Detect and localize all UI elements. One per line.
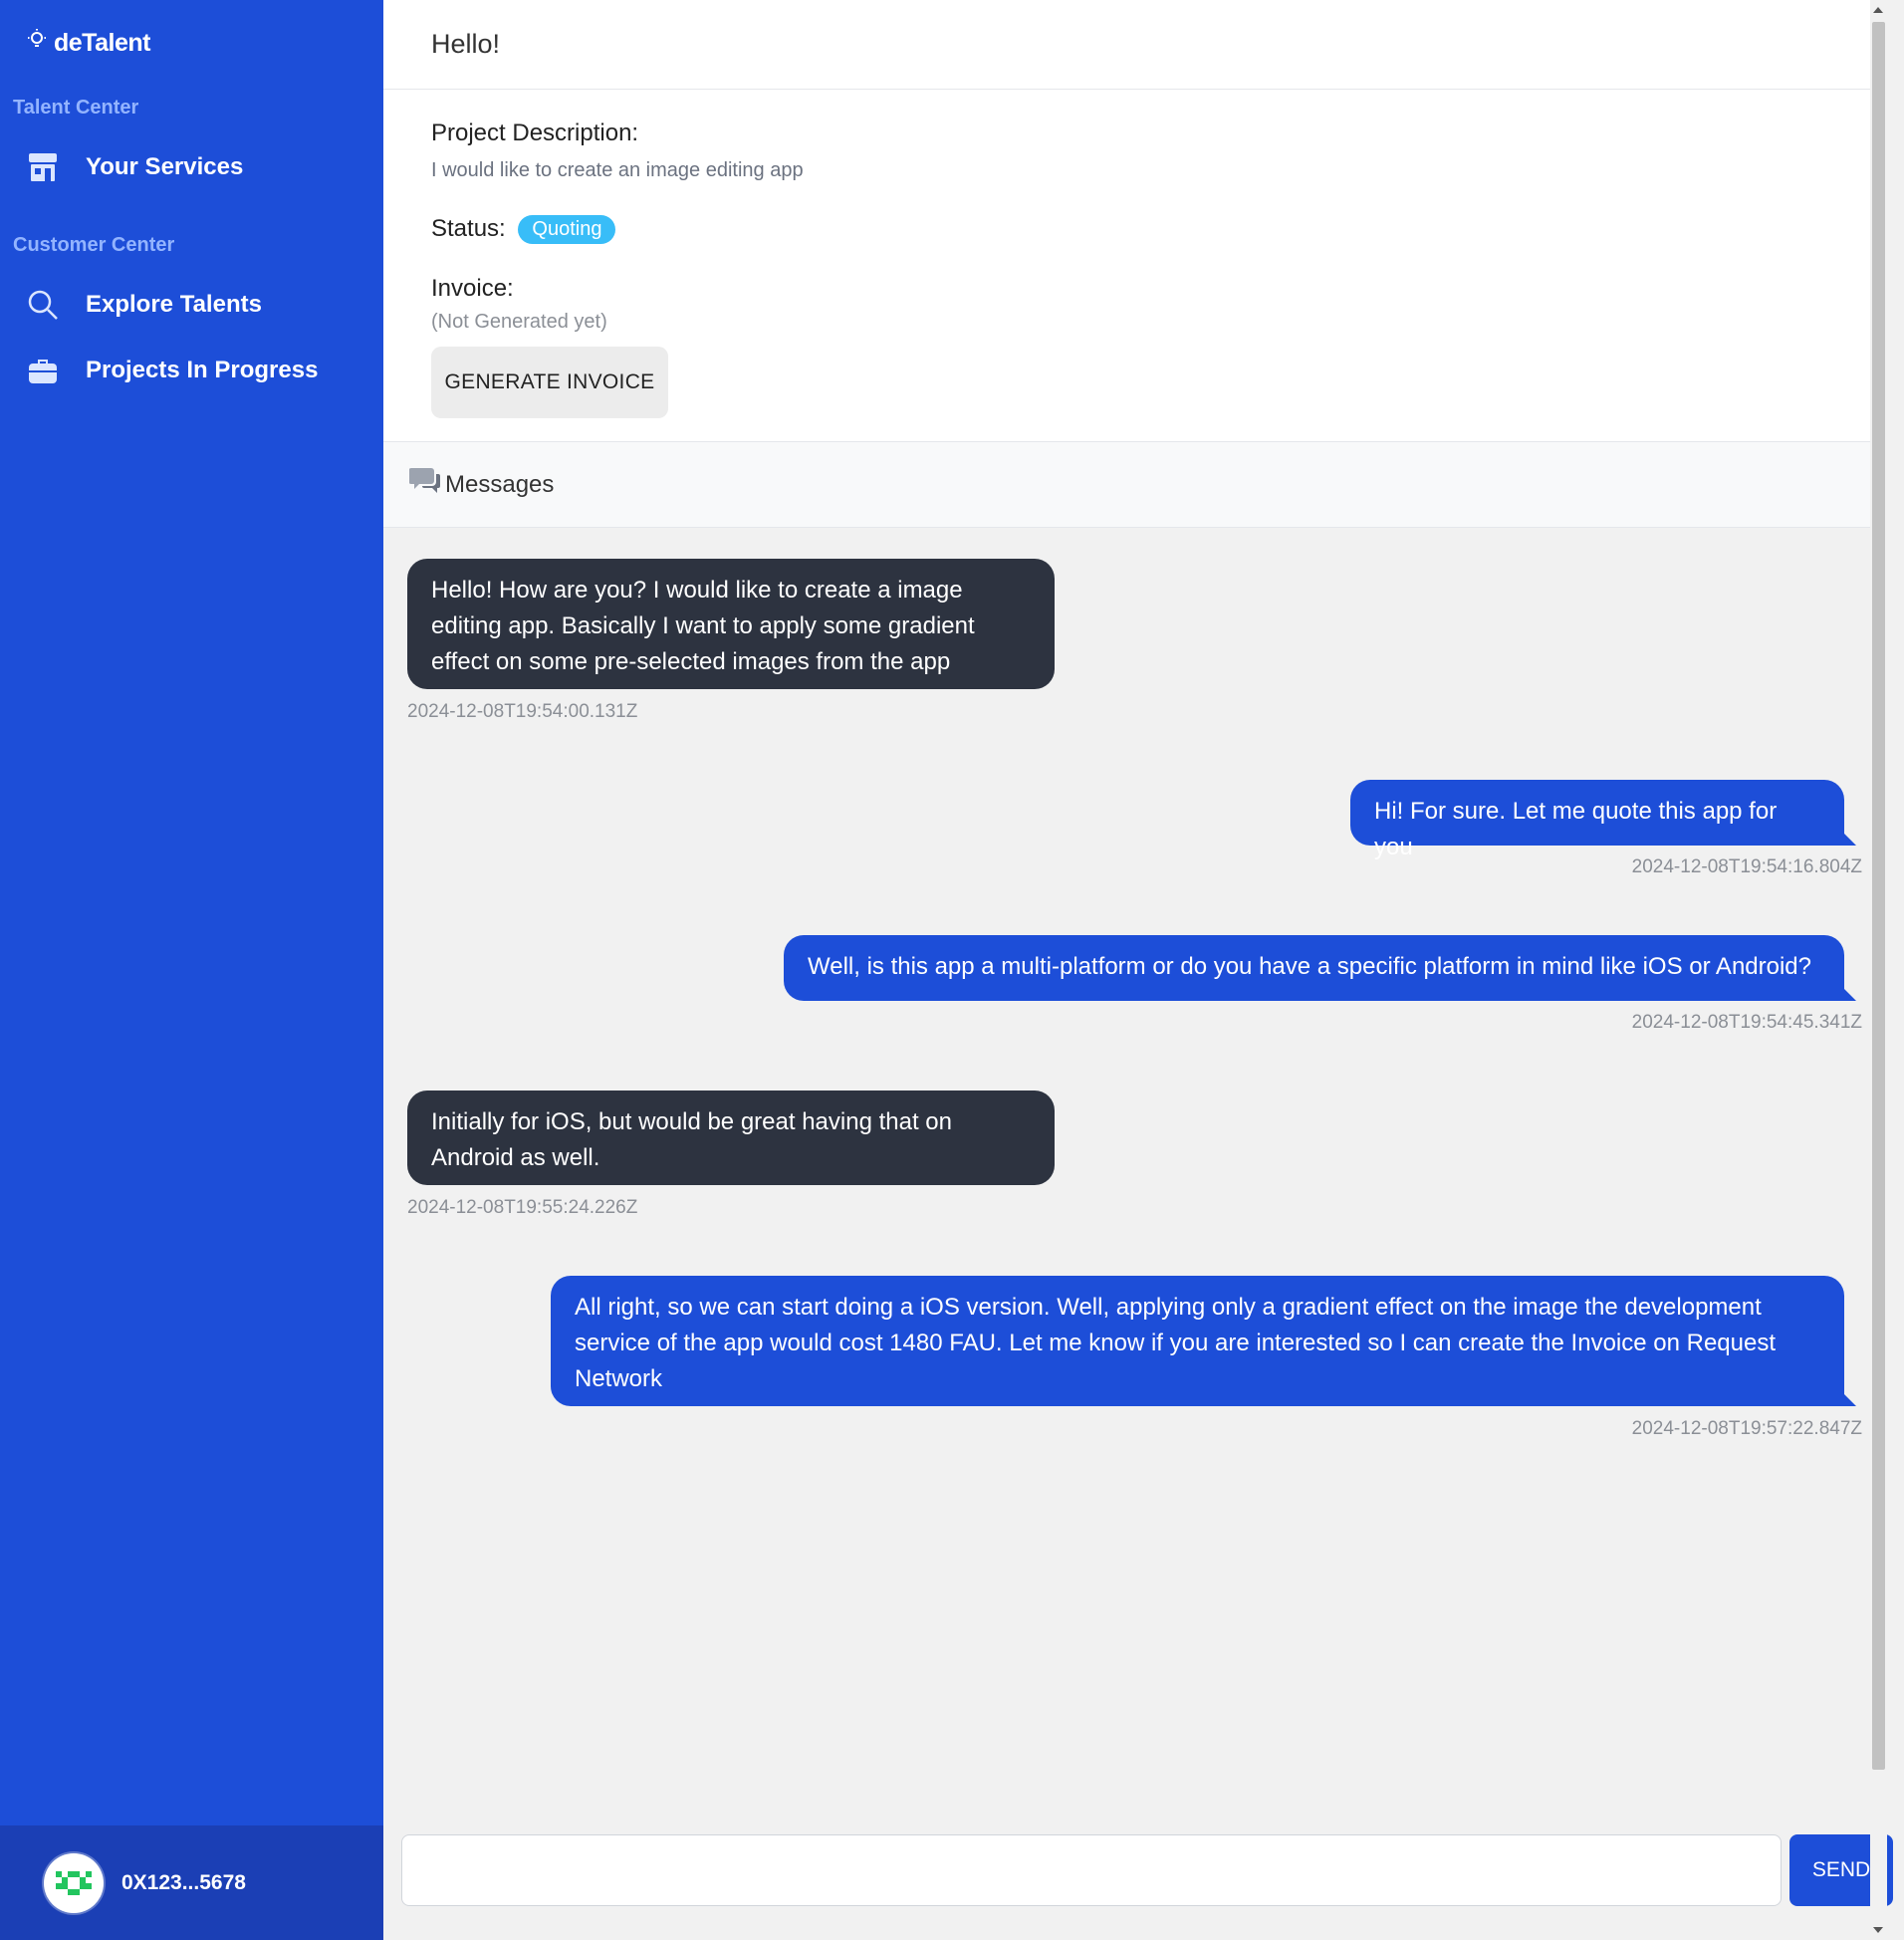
sidebar-item-your-services[interactable]: Your Services bbox=[26, 143, 373, 191]
message-bubble-outgoing: Hi! For sure. Let me quote this app for … bbox=[1350, 780, 1844, 860]
invoice-value: (Not Generated yet) bbox=[431, 311, 607, 333]
message-bubble-incoming: Initially for iOS, but would be great ha… bbox=[407, 1091, 1055, 1185]
section-label-talent-center: Talent Center bbox=[13, 97, 139, 119]
page-title: Hello! bbox=[383, 0, 1887, 90]
section-label-customer-center: Customer Center bbox=[13, 234, 175, 256]
invoice-label: Invoice: bbox=[431, 275, 514, 302]
chat-bubbles-icon bbox=[408, 466, 441, 503]
store-icon bbox=[26, 150, 60, 184]
message-timestamp: 2024-12-08T19:54:00.131Z bbox=[407, 701, 638, 722]
status-label: Status: bbox=[431, 215, 506, 242]
generate-invoice-button[interactable]: GENERATE INVOICE bbox=[431, 347, 668, 418]
message-bubble-incoming: Hello! How are you? I would like to crea… bbox=[407, 559, 1055, 689]
wallet-address: 0X123...5678 bbox=[121, 1870, 246, 1894]
avatar bbox=[44, 1852, 104, 1913]
app-name: deTalent bbox=[54, 28, 150, 57]
scrollbar-thumb[interactable] bbox=[1872, 22, 1885, 1770]
scroll-down-icon[interactable] bbox=[1873, 1927, 1883, 1933]
messages-header: Messages bbox=[383, 442, 1887, 528]
sidebar-item-explore-talents[interactable]: Explore Talents bbox=[26, 281, 373, 329]
message-timestamp: 2024-12-08T19:54:16.804Z bbox=[1631, 856, 1862, 877]
project-description: I would like to create an image editing … bbox=[431, 159, 804, 181]
app-logo[interactable]: deTalent bbox=[26, 26, 150, 60]
sidebar-item-label: Projects In Progress bbox=[86, 357, 319, 383]
search-icon bbox=[26, 288, 60, 322]
sidebar-item-projects-in-progress[interactable]: Projects In Progress bbox=[26, 347, 373, 394]
project-description-label: Project Description: bbox=[431, 120, 639, 146]
message-bubble-outgoing: All right, so we can start doing a iOS v… bbox=[551, 1276, 1844, 1406]
message-timestamp: 2024-12-08T19:57:22.847Z bbox=[1631, 1418, 1862, 1439]
sidebar: deTalent Talent Center Your Services Cus… bbox=[0, 0, 383, 1940]
sidebar-item-label: Explore Talents bbox=[86, 291, 262, 318]
page-scrollbar[interactable] bbox=[1870, 0, 1887, 1940]
message-timestamp: 2024-12-08T19:54:45.341Z bbox=[1631, 1012, 1862, 1033]
lightbulb-icon bbox=[26, 28, 48, 59]
message-timestamp: 2024-12-08T19:55:24.226Z bbox=[407, 1197, 638, 1218]
scroll-up-icon[interactable] bbox=[1873, 7, 1883, 13]
wallet-footer[interactable]: 0X123...5678 bbox=[0, 1825, 383, 1940]
project-details: Project Description: I would like to cre… bbox=[383, 90, 1887, 442]
status-badge: Quoting bbox=[518, 215, 616, 245]
main-content: Hello! Project Description: I would like… bbox=[383, 0, 1893, 1940]
sidebar-item-label: Your Services bbox=[86, 153, 244, 180]
briefcase-icon bbox=[26, 354, 60, 387]
messages-title: Messages bbox=[445, 470, 555, 498]
message-bubble-outgoing: Well, is this app a multi-platform or do… bbox=[784, 935, 1844, 1001]
message-input[interactable] bbox=[401, 1834, 1782, 1906]
status-row: Status: Quoting bbox=[431, 215, 616, 245]
